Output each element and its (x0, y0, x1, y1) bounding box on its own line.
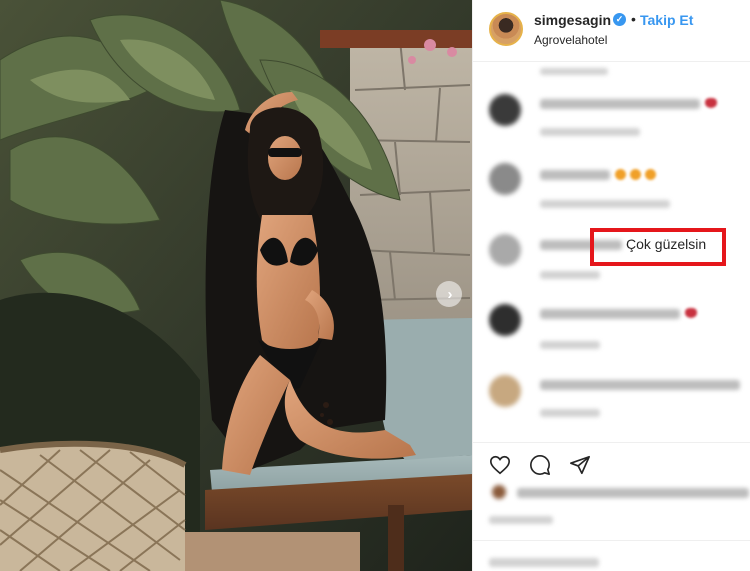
post-actions (473, 442, 750, 571)
commenter-avatar[interactable] (489, 375, 521, 407)
follow-button[interactable]: Takip Et (640, 12, 693, 28)
share-icon[interactable] (569, 454, 591, 476)
blurred-timestamp (489, 516, 553, 524)
blurred-meta (540, 409, 600, 417)
liker-avatar[interactable] (492, 485, 506, 499)
post-location[interactable]: Agrovelahotel (534, 33, 607, 47)
blurred-emoji (705, 98, 717, 108)
blurred-likes[interactable] (517, 488, 749, 498)
chevron-right-icon: › (447, 285, 453, 303)
blurred-meta (540, 341, 600, 349)
blurred-emoji (685, 308, 697, 318)
author-avatar[interactable] (489, 12, 523, 46)
next-photo-button[interactable]: › (436, 281, 462, 307)
blurred-meta (540, 128, 640, 136)
verified-badge-icon: ✓ (613, 13, 626, 26)
commenter-avatar[interactable] (489, 304, 521, 336)
heart-icon[interactable] (489, 454, 511, 476)
highlight-box (590, 228, 726, 266)
blurred-add-comment[interactable] (489, 558, 599, 567)
author-username[interactable]: simgesagin (534, 12, 611, 28)
comment-icon[interactable] (529, 454, 551, 476)
blurred-comment (540, 309, 680, 319)
commenter-avatar[interactable] (489, 94, 521, 126)
blurred-emoji (615, 169, 626, 180)
blurred-comment (540, 99, 700, 109)
post-header: simgesagin ✓ • Takip Et Agrovelahotel (473, 0, 750, 62)
post-side-panel: simgesagin ✓ • Takip Et Agrovelahotel Ço… (472, 0, 750, 571)
blurred-meta (540, 68, 608, 75)
post-photo: › (0, 0, 472, 571)
blurred-emoji (630, 169, 641, 180)
blurred-meta (540, 200, 670, 208)
blurred-emoji (645, 169, 656, 180)
header-separator: • (631, 11, 636, 27)
divider (473, 540, 750, 541)
commenter-avatar[interactable] (489, 234, 521, 266)
photo-scene (0, 0, 472, 571)
commenter-avatar[interactable] (489, 163, 521, 195)
blurred-comment (540, 380, 740, 390)
blurred-comment (540, 170, 610, 180)
blurred-meta (540, 271, 600, 279)
